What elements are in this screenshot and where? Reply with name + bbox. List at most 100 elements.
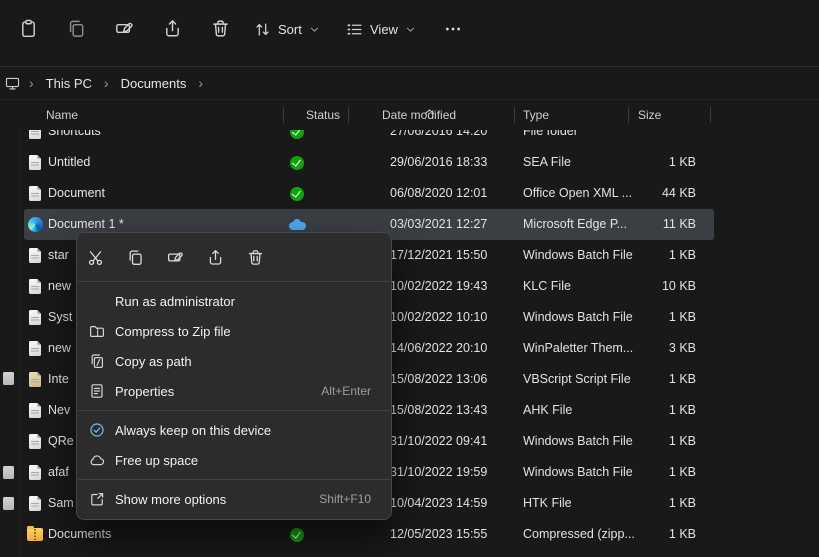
file-file-icon	[26, 395, 44, 426]
file-size: 44 KB	[626, 178, 696, 209]
paste-icon	[19, 19, 38, 38]
status-synced-icon	[290, 187, 304, 201]
view-button[interactable]: View	[338, 13, 424, 45]
zip-icon	[89, 323, 105, 339]
column-resize-handle[interactable]	[348, 107, 349, 123]
date-modified: 17/12/2021 15:50	[390, 240, 508, 271]
view-list-icon	[346, 21, 363, 38]
menu-item[interactable]: Always keep on this device	[77, 415, 391, 445]
file-size: 1 KB	[626, 426, 696, 457]
column-resize-handle[interactable]	[514, 107, 515, 123]
column-header-name[interactable]: Name	[46, 108, 78, 122]
sort-ascending-indicator	[424, 102, 435, 108]
file-size: 1 KB	[626, 147, 696, 178]
status-cloud-icon	[289, 219, 305, 230]
delete-button[interactable]	[198, 9, 242, 47]
menu-item-icon-empty	[89, 293, 105, 309]
column-header-type[interactable]: Type	[523, 108, 549, 122]
column-resize-handle[interactable]	[628, 107, 629, 123]
breadcrumb-documents[interactable]: Documents	[118, 74, 190, 93]
menu-item-label: Free up space	[115, 453, 371, 468]
delete-button[interactable]	[239, 241, 271, 273]
menu-item-label: Properties	[115, 384, 309, 399]
file-file-icon	[26, 457, 44, 488]
file-name: Document	[48, 178, 276, 209]
command-bar: Sort View	[0, 0, 819, 66]
sort-label: Sort	[278, 22, 302, 37]
view-label: View	[370, 22, 398, 37]
share-button[interactable]	[150, 9, 194, 47]
file-row[interactable]: Documents12/05/2023 15:55Compressed (zip…	[24, 519, 714, 550]
date-modified: 31/10/2022 19:59	[390, 457, 508, 488]
menu-item-label: Compress to Zip file	[115, 324, 371, 339]
copy-button[interactable]	[119, 241, 151, 273]
breadcrumb-this-pc[interactable]: This PC	[43, 74, 95, 93]
cut-button[interactable]	[79, 241, 111, 273]
rename-icon	[115, 19, 134, 38]
menu-separator	[78, 410, 390, 411]
copy-icon	[127, 249, 144, 266]
date-modified: 12/05/2023 15:55	[390, 519, 508, 550]
file-size: 1 KB	[626, 240, 696, 271]
share-icon	[207, 249, 224, 266]
file-size: 1 KB	[626, 519, 696, 550]
menu-item[interactable]: Copy as path	[77, 346, 391, 376]
date-modified: 31/10/2022 09:41	[390, 426, 508, 457]
nav-pane-item-icon[interactable]	[3, 466, 14, 479]
file-size: 1 KB	[626, 364, 696, 395]
free-up-space-icon	[89, 452, 105, 468]
menu-item-shortcut: Shift+F10	[319, 492, 371, 506]
file-file-icon	[26, 488, 44, 519]
date-modified: 06/08/2020 12:01	[390, 178, 508, 209]
column-header-size[interactable]: Size	[638, 108, 661, 122]
file-file-icon	[26, 426, 44, 457]
breadcrumb-chevron-icon: ›	[104, 76, 109, 90]
column-resize-handle[interactable]	[283, 107, 284, 123]
share-button[interactable]	[199, 241, 231, 273]
menu-item[interactable]: Show more options Shift+F10	[77, 484, 391, 514]
menu-item-shortcut: Alt+Enter	[321, 384, 371, 398]
file-explorer-window: Sort View › This PC › Documents › Name S…	[0, 0, 819, 557]
column-header-status[interactable]: Status	[306, 108, 340, 122]
menu-item-label: Show more options	[115, 492, 307, 507]
date-modified: 03/03/2021 12:27	[390, 209, 508, 240]
properties-icon	[89, 383, 105, 399]
file-file-icon	[26, 178, 44, 209]
nav-pane-item-icon[interactable]	[3, 372, 14, 385]
this-pc-icon[interactable]	[5, 76, 20, 91]
breadcrumb: › This PC › Documents ›	[0, 67, 819, 99]
rename-button[interactable]	[159, 241, 191, 273]
rename-button[interactable]	[102, 9, 146, 47]
file-size: 1 KB	[626, 302, 696, 333]
menu-item[interactable]: Compress to Zip file	[77, 316, 391, 346]
file-file-icon	[26, 271, 44, 302]
menu-item[interactable]: Run as administrator	[77, 286, 391, 316]
context-menu-quick-actions	[77, 237, 391, 277]
menu-item[interactable]: Free up space	[77, 445, 391, 475]
column-resize-handle[interactable]	[710, 107, 711, 123]
delete-icon	[247, 249, 264, 266]
menu-separator	[78, 281, 390, 282]
zip-folder-file-icon	[26, 519, 44, 550]
file-row[interactable]: Untitled29/06/2016 18:33SEA File1 KB	[24, 147, 714, 178]
menu-item-label: Run as administrator	[115, 294, 371, 309]
see-more-button[interactable]	[432, 13, 474, 45]
share-icon	[163, 19, 182, 38]
file-file-icon	[26, 147, 44, 178]
date-modified: 10/02/2022 10:10	[390, 302, 508, 333]
paste-button[interactable]	[6, 9, 50, 47]
always-keep-icon	[89, 422, 105, 438]
menu-item-label: Copy as path	[115, 354, 371, 369]
column-header-date-modified[interactable]: Date modified	[382, 108, 456, 122]
nav-pane-item-icon[interactable]	[3, 497, 14, 510]
status-synced-icon	[290, 156, 304, 170]
status-cell	[289, 178, 305, 209]
menu-separator	[78, 479, 390, 480]
file-name: Documents	[48, 519, 276, 550]
menu-item[interactable]: Properties Alt+Enter	[77, 376, 391, 406]
copy-button[interactable]	[54, 9, 98, 47]
file-size: 1 KB	[626, 488, 696, 519]
file-row[interactable]: Document06/08/2020 12:01Office Open XML …	[24, 178, 714, 209]
file-file-icon	[26, 302, 44, 333]
sort-button[interactable]: Sort	[246, 13, 328, 45]
